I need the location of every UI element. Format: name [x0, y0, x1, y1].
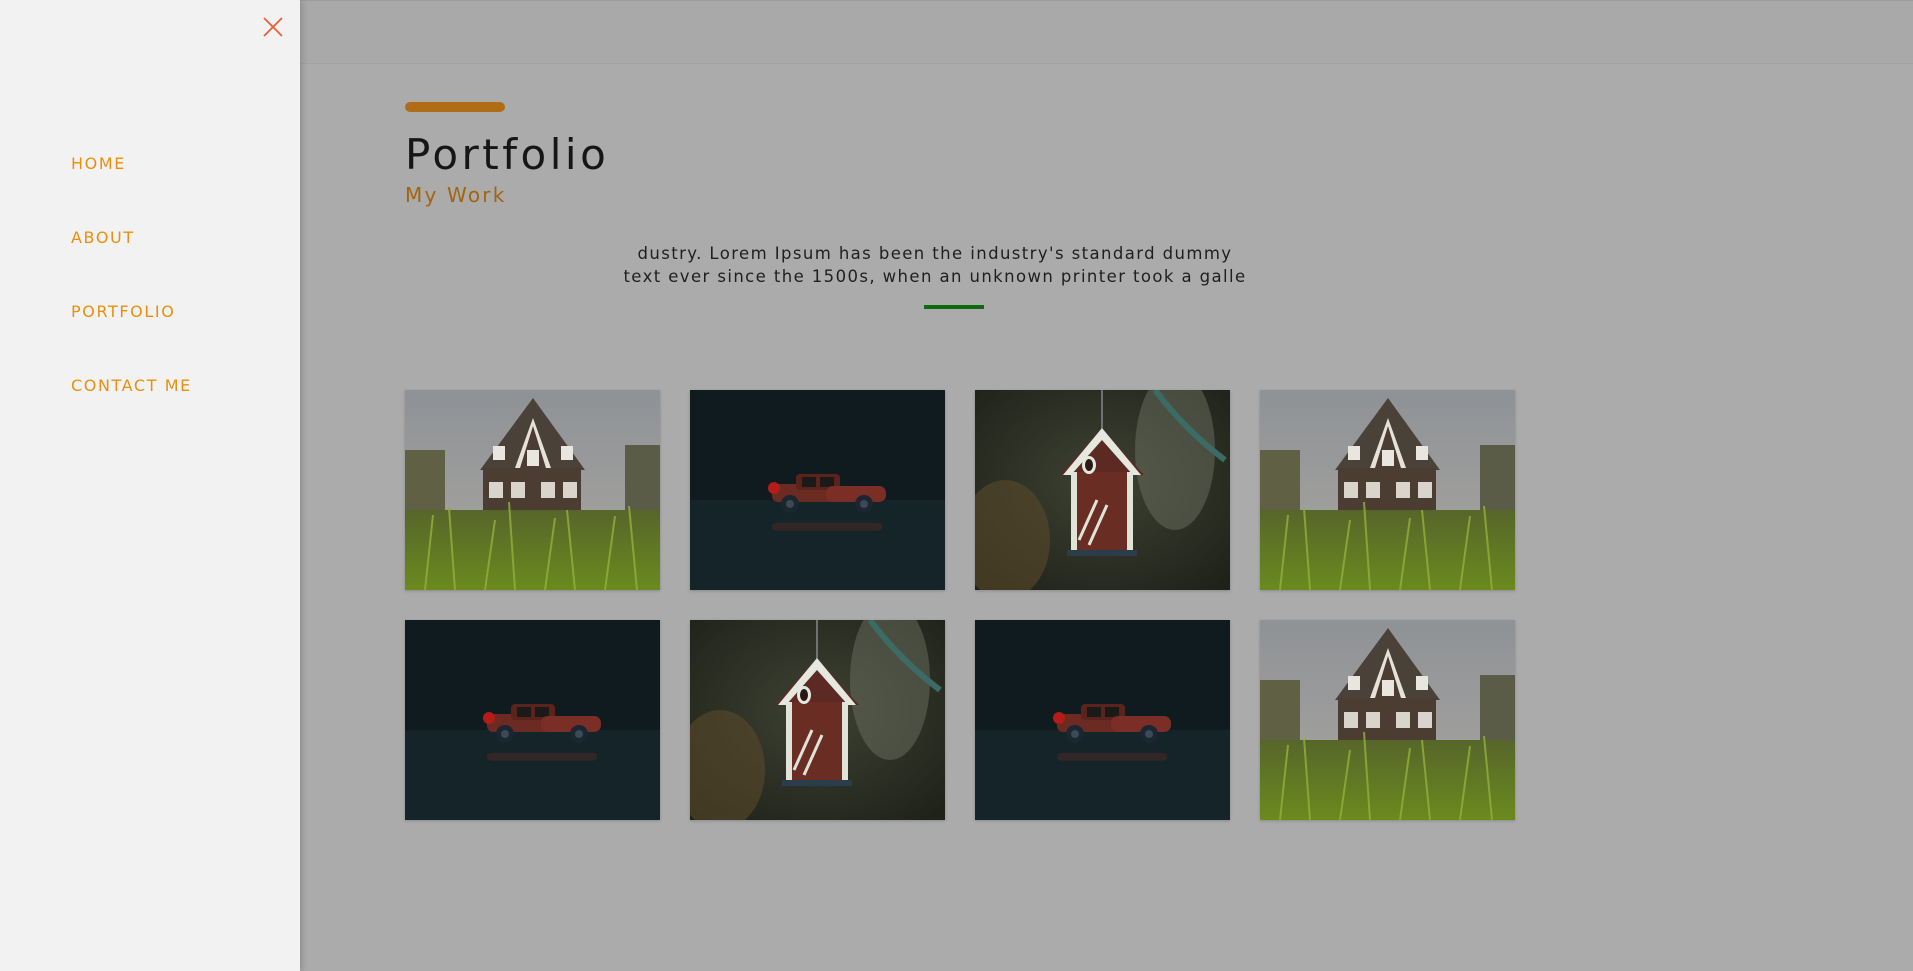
- nav-link-home[interactable]: HOME: [71, 152, 126, 176]
- close-icon: [263, 17, 283, 37]
- toy-car-photo: [690, 390, 945, 590]
- page: Portfolio My Work dustry. Lorem Ipsum ha…: [0, 0, 1913, 971]
- drawer-nav-menu: HOME ABOUT PORTFOLIO CONTACT ME: [71, 152, 192, 448]
- house-in-grass-photo: [1260, 390, 1515, 590]
- title-accent-bar: [405, 102, 505, 112]
- nav-link-contact[interactable]: CONTACT ME: [71, 374, 192, 398]
- nav-link-portfolio[interactable]: PORTFOLIO: [71, 300, 175, 324]
- page-title: Portfolio: [405, 130, 610, 179]
- toy-car-photo: [405, 620, 660, 820]
- gallery-item-car[interactable]: [405, 620, 660, 820]
- nav-item-contact: CONTACT ME: [71, 374, 192, 448]
- portfolio-gallery: [405, 390, 1515, 820]
- section-description: dustry. Lorem Ipsum has been the industr…: [605, 242, 1265, 288]
- gallery-item-house[interactable]: [1260, 390, 1515, 590]
- nav-item-home: HOME: [71, 152, 192, 226]
- description-line-2: text ever since the 1500s, when an unkno…: [623, 267, 1247, 286]
- gallery-item-birdhouse[interactable]: [975, 390, 1230, 590]
- portfolio-section: Portfolio My Work dustry. Lorem Ipsum ha…: [405, 102, 1515, 820]
- gallery-item-car[interactable]: [975, 620, 1230, 820]
- nav-item-about: ABOUT: [71, 226, 192, 300]
- house-in-grass-photo: [405, 390, 660, 590]
- description-line-1: dustry. Lorem Ipsum has been the industr…: [637, 244, 1233, 263]
- gallery-item-house[interactable]: [405, 390, 660, 590]
- close-button[interactable]: [258, 12, 288, 42]
- toy-car-photo: [975, 620, 1230, 820]
- nav-link-about[interactable]: ABOUT: [71, 226, 135, 250]
- house-in-grass-photo: [1260, 620, 1515, 820]
- side-navigation-drawer: HOME ABOUT PORTFOLIO CONTACT ME: [0, 0, 300, 971]
- birdhouse-photo: [690, 620, 945, 820]
- nav-item-portfolio: PORTFOLIO: [71, 300, 192, 374]
- gallery-item-house[interactable]: [1260, 620, 1515, 820]
- description-divider: [924, 305, 984, 309]
- gallery-item-birdhouse[interactable]: [690, 620, 945, 820]
- page-subtitle: My Work: [405, 183, 507, 207]
- gallery-item-car[interactable]: [690, 390, 945, 590]
- birdhouse-photo: [975, 390, 1230, 590]
